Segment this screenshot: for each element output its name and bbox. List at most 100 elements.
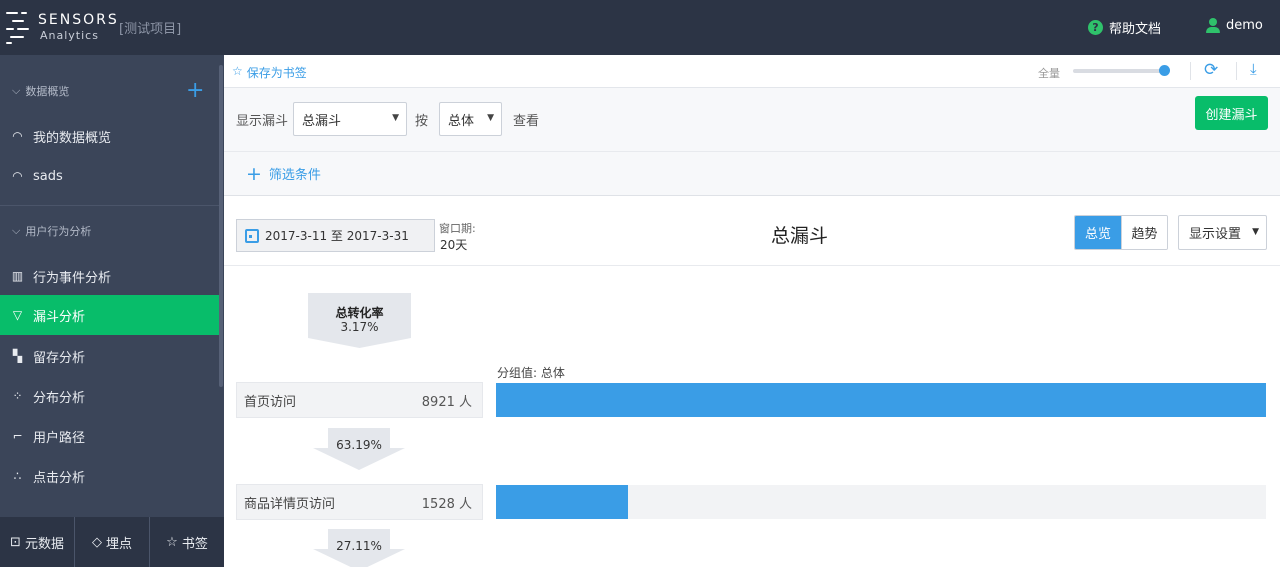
sidebar-item-user-path[interactable]: ⌐ 用户路径	[0, 416, 219, 456]
sidebar-item-sads[interactable]: ◠ sads	[0, 156, 219, 196]
brand-subtitle: Analytics	[40, 29, 99, 42]
query-bar: 显示漏斗 总漏斗 ▼ 按 总体 ▼ 查看 创建漏斗	[224, 88, 1280, 152]
tab-trend[interactable]: 趋势	[1121, 216, 1167, 249]
sidebar-group-overview[interactable]: ⌵ 数据概览	[12, 83, 69, 99]
sampling-label: 全量	[1038, 67, 1060, 80]
sidebar-item-label: 留存分析	[33, 350, 86, 366]
group-by-value: 总体	[448, 113, 475, 129]
funnel-step-2: 商品详情页访问 1528 人	[236, 484, 483, 520]
sidebar-item-click-analysis[interactable]: ∴ 点击分析	[0, 456, 219, 496]
sidebar-item-funnel-analysis[interactable]: ▽ 漏斗分析	[0, 295, 219, 335]
funnel-icon: ▽	[12, 308, 23, 322]
funnel-step-count: 8921 人	[421, 394, 472, 410]
tracking-icon: ◇	[91, 534, 102, 550]
dashboard-icon: ◠	[12, 169, 23, 183]
overall-conversion-rate: 3.17%	[340, 320, 379, 334]
help-docs-link[interactable]: ? 帮助文档	[1088, 18, 1161, 37]
sidebar: ⌵ 数据概览 + ◠ 我的数据概览 ◠ sads ⌵ 用户行为分析 ▥ 行为事件…	[0, 55, 224, 567]
bookmarks-label: 书签	[181, 536, 208, 552]
sidebar-item-label: 我的数据概览	[33, 130, 112, 146]
create-funnel-button[interactable]: 创建漏斗	[1195, 96, 1268, 130]
sidebar-item-label: 用户路径	[33, 430, 86, 446]
sidebar-item-label: 行为事件分析	[33, 270, 112, 286]
sidebar-item-distribution[interactable]: ⁘ 分布分析	[0, 376, 219, 416]
report-title: 总漏斗	[771, 225, 829, 247]
group-value-label: 分组值: 总体	[497, 366, 565, 380]
by-label: 按	[415, 114, 429, 129]
sidebar-item-my-overview[interactable]: ◠ 我的数据概览	[0, 116, 219, 156]
funnel-step-1: 首页访问 8921 人	[236, 382, 483, 418]
calendar-icon	[245, 228, 259, 243]
sidebar-item-label: 点击分析	[33, 470, 86, 486]
display-settings-label: 显示设置	[1189, 227, 1242, 242]
download-icon[interactable]: ⤓	[1250, 60, 1257, 78]
funnel-select-value: 总漏斗	[302, 113, 342, 129]
display-settings-dropdown[interactable]: 显示设置 ▼	[1178, 215, 1267, 250]
sampling-slider[interactable]	[1073, 69, 1165, 73]
funnel-step-count: 1528 人	[421, 496, 472, 512]
chevron-down-icon: ⌵	[12, 84, 21, 97]
bookmarks-button[interactable]: ☆ 书签	[150, 517, 224, 567]
bar-chart-icon: ▥	[11, 269, 24, 283]
report-header: 2017-3-11 至 2017-3-31 窗口期: 20天 总漏斗 总览 趋势…	[224, 196, 1280, 266]
sidebar-item-label: sads	[33, 168, 63, 184]
overall-conversion-label: 总转化率	[335, 306, 384, 320]
user-menu[interactable]: demo	[1206, 18, 1263, 33]
metadata-button[interactable]: ⊡ 元数据	[0, 517, 75, 567]
top-bar: SENSORS Analytics [测试项目] ? 帮助文档 demo	[0, 0, 1280, 55]
user-name: demo	[1226, 18, 1263, 33]
filter-bar: + 筛选条件	[224, 152, 1280, 196]
dashboard-icon: ◠	[12, 129, 23, 143]
date-range-value: 2017-3-11 至 2017-3-31	[265, 229, 409, 243]
distribution-icon: ⁘	[12, 389, 23, 403]
tracking-button[interactable]: ◇ 埋点	[75, 517, 150, 567]
caret-down-icon: ▼	[487, 113, 494, 123]
add-dashboard-button[interactable]: +	[186, 80, 204, 102]
sidebar-divider	[0, 205, 219, 206]
view-toggle: 总览 趋势	[1074, 215, 1168, 250]
sampling-slider-handle[interactable]	[1159, 65, 1170, 76]
add-filter-button[interactable]: + 筛选条件	[246, 164, 321, 183]
save-bookmark-label: 保存为书签	[246, 66, 307, 80]
click-icon: ∴	[13, 469, 22, 483]
chevron-down-icon: ⌵	[12, 224, 21, 237]
toolbar-divider	[1236, 62, 1237, 80]
funnel-step-name: 商品详情页访问	[244, 496, 336, 512]
date-range-picker[interactable]: 2017-3-11 至 2017-3-31	[236, 219, 435, 252]
sidebar-group-label: 数据概览	[25, 85, 70, 98]
refresh-icon[interactable]: ⟳	[1204, 60, 1218, 80]
sidebar-item-retention[interactable]: ▚ 留存分析	[0, 336, 219, 376]
sidebar-group-label: 用户行为分析	[25, 225, 92, 238]
help-docs-label: 帮助文档	[1109, 22, 1162, 37]
window-period-label: 窗口期:	[439, 222, 476, 235]
view-label: 查看	[513, 114, 540, 129]
star-icon: ☆	[166, 534, 178, 550]
caret-down-icon: ▼	[392, 113, 399, 123]
funnel-bar-1[interactable]	[496, 383, 1266, 417]
funnel-bar-2[interactable]	[496, 485, 628, 519]
step-conversion-2: 27.11%	[313, 529, 405, 567]
metadata-icon: ⊡	[10, 534, 21, 550]
sidebar-group-behavior[interactable]: ⌵ 用户行为分析	[12, 223, 91, 239]
project-name[interactable]: [测试项目]	[119, 18, 181, 37]
help-icon: ?	[1088, 20, 1103, 35]
toolbar-divider	[1190, 62, 1191, 80]
brand-name: SENSORS	[38, 12, 119, 28]
sidebar-item-event-analysis[interactable]: ▥ 行为事件分析	[0, 256, 219, 296]
tab-overview[interactable]: 总览	[1075, 216, 1121, 249]
sidebar-item-label: 漏斗分析	[33, 309, 86, 325]
funnel-step-name: 首页访问	[244, 394, 297, 410]
funnel-bar-track-1	[496, 383, 1266, 417]
step-conversion-1: 63.19%	[313, 428, 405, 470]
metadata-label: 元数据	[24, 536, 64, 552]
sensors-logo-icon[interactable]	[6, 10, 32, 44]
group-by-select[interactable]: 总体 ▼	[439, 102, 502, 136]
show-funnel-label: 显示漏斗	[236, 114, 289, 129]
funnel-select[interactable]: 总漏斗 ▼	[293, 102, 407, 136]
save-bookmark-button[interactable]: ☆ 保存为书签	[232, 64, 307, 81]
sidebar-scrollbar[interactable]	[219, 65, 223, 387]
step-conversion-rate: 63.19%	[336, 438, 382, 452]
sidebar-bottom-bar: ⊡ 元数据 ◇ 埋点 ☆ 书签	[0, 517, 224, 567]
step-conversion-rate: 27.11%	[336, 539, 382, 553]
funnel-bar-track-2	[496, 485, 1266, 519]
